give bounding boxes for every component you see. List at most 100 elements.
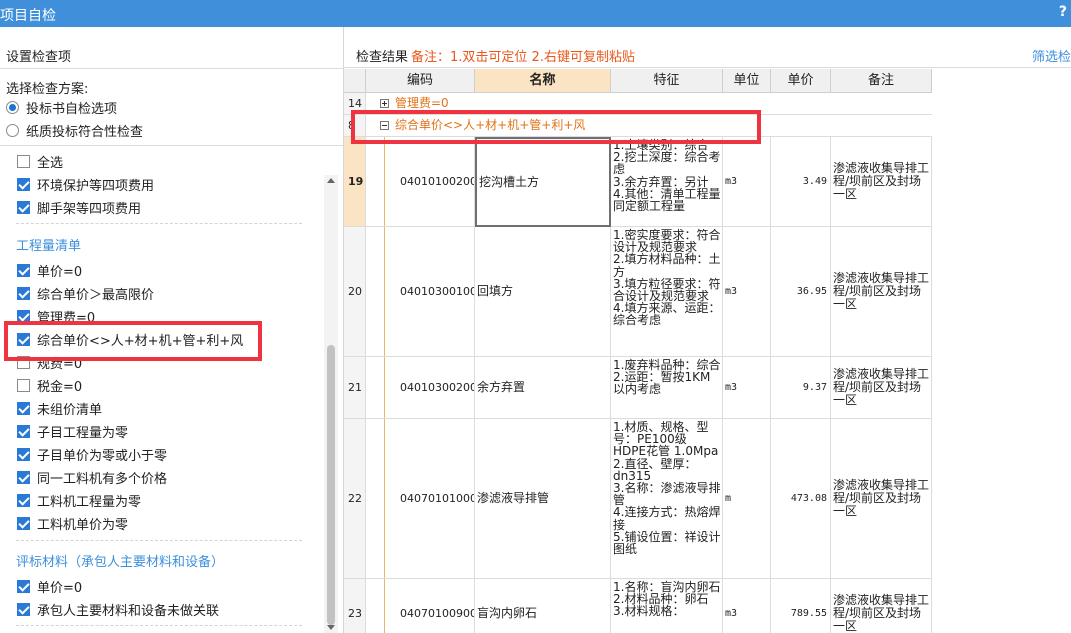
- checkbox-bq-8[interactable]: 子目单价为零或小于零: [17, 445, 168, 464]
- cell-feature[interactable]: 1.名称：盲沟内卵石 2.材料品种：卵石 3.材料规格：: [611, 579, 723, 633]
- checkbox-bq-5[interactable]: 税金=0: [17, 376, 82, 395]
- cell-feature[interactable]: 1.土壤类别：综合 2.挖土深度：综合考虑 3.余方弃置：另计 4.其他：清单工…: [611, 137, 723, 227]
- checkbox-label: 承包人主要材料和设备未做关联: [37, 603, 220, 619]
- cell-feature[interactable]: 1.材质、规格、型号：PE100级 HDPE花管 1.0Mpa 2.直径、壁厚：…: [611, 419, 723, 579]
- checkbox-bq-1[interactable]: 综合单价＞最高限价: [17, 284, 155, 303]
- col-header-feature[interactable]: 特征: [611, 69, 723, 93]
- checkbox-mat-0[interactable]: 单价=0: [17, 577, 83, 596]
- dashed-divider: [16, 223, 302, 224]
- radio-checked-icon[interactable]: [6, 100, 19, 114]
- expand-plus-icon[interactable]: [380, 99, 389, 108]
- checkbox-bq-0[interactable]: 单价=0: [17, 261, 82, 280]
- checkbox-label: 环境保护等四项费用: [37, 178, 155, 194]
- checkbox-checked-icon[interactable]: [17, 447, 30, 461]
- scroll-thumb[interactable]: [327, 345, 335, 625]
- checkbox-label: 同一工料机有多个价格: [37, 471, 168, 487]
- cell-unit[interactable]: m3: [723, 137, 771, 227]
- checkbox-scaffold-fees[interactable]: 脚手架等四项费用: [17, 198, 142, 217]
- left-scrollbar[interactable]: [324, 175, 338, 633]
- cell-unit[interactable]: m3: [723, 357, 771, 419]
- group-title-materials: 评标材料（承包人主要材料和设备）: [16, 555, 225, 570]
- results-grid: 编码 名称 特征 单位 单价 备注 14 管理费=0 8 综合单价<>人+材+机…: [344, 69, 932, 633]
- checkbox-label: 子目工程量为零: [37, 425, 129, 441]
- checkbox-checked-icon[interactable]: [17, 470, 30, 484]
- checkbox-label: 子目单价为零或小于零: [37, 448, 168, 464]
- checkbox-checked-icon[interactable]: [17, 200, 30, 214]
- cell-name[interactable]: 余方弃置: [475, 357, 611, 419]
- checkbox-label: 综合单价＞最高限价: [37, 287, 155, 303]
- cell-price[interactable]: 9.37: [771, 357, 831, 419]
- cell-remark[interactable]: 渗滤液收集导排工程/坝前区及封场一区: [831, 357, 932, 419]
- filter-link[interactable]: 筛选检: [1032, 46, 1071, 65]
- checkbox-label: 未组价清单: [37, 402, 103, 418]
- cell-remark[interactable]: 渗滤液收集导排工程/坝前区及封场一区: [831, 419, 932, 579]
- checkbox-select-all[interactable]: 全选: [17, 152, 64, 171]
- row-number: 19: [344, 137, 366, 227]
- radio-paper-compliance[interactable]: 纸质投标符合性检查: [6, 121, 144, 140]
- cell-name[interactable]: 回填方: [475, 227, 611, 357]
- cell-feature[interactable]: 1.密实度要求：符合设计及规范要求 2.填方材料品种：土方 3.填方粒径要求：符…: [611, 227, 723, 357]
- scroll-down-icon[interactable]: [327, 625, 335, 630]
- checkbox-checked-icon[interactable]: [17, 401, 30, 415]
- checkbox-checked-icon[interactable]: [17, 424, 30, 438]
- highlight-box: [4, 321, 262, 361]
- cell-name[interactable]: 挖沟槽土方: [475, 137, 611, 227]
- cell-remark[interactable]: 渗滤液收集导排工程/坝前区及封场一区: [831, 137, 932, 227]
- checkbox-checked-icon[interactable]: [17, 579, 30, 593]
- cell-price[interactable]: 473.08: [771, 419, 831, 579]
- radio-unchecked-icon[interactable]: [6, 123, 19, 137]
- checkbox-bq-7[interactable]: 子目工程量为零: [17, 422, 129, 441]
- cell-name[interactable]: 盲沟内卵石: [475, 579, 611, 633]
- col-header-price[interactable]: 单价: [771, 69, 831, 93]
- checkbox-checked-icon[interactable]: [17, 286, 30, 300]
- cell-code[interactable]: 040103002001: [366, 357, 475, 419]
- highlight-box: [351, 110, 761, 144]
- radio-bid-selfcheck[interactable]: 投标书自检选项: [6, 98, 117, 117]
- checkbox-checked-icon[interactable]: [17, 177, 30, 191]
- cell-code[interactable]: 040101002001: [366, 137, 475, 227]
- col-header-name[interactable]: 名称: [475, 69, 611, 93]
- checkbox-checked-icon[interactable]: [17, 516, 30, 530]
- cell-unit[interactable]: m: [723, 419, 771, 579]
- cell-unit[interactable]: m3: [723, 227, 771, 357]
- cell-remark[interactable]: 渗滤液收集导排工程/坝前区及封场一区: [831, 579, 932, 633]
- cell-price[interactable]: 789.55: [771, 579, 831, 633]
- cell-feature[interactable]: 1.废弃料品种：综合 2.运距：暂按1KM以内考虑: [611, 357, 723, 419]
- check-items-panel: 设置检查项 选择检查方案: 投标书自检选项 纸质投标符合性检查 全选 环境保护等…: [0, 27, 344, 633]
- checkbox-bq-6[interactable]: 未组价清单: [17, 399, 103, 418]
- col-header-remark[interactable]: 备注: [831, 69, 932, 93]
- checkbox-env-fees[interactable]: 环境保护等四项费用: [17, 175, 155, 194]
- checkbox-unchecked-icon[interactable]: [17, 378, 30, 392]
- checkbox-checked-icon[interactable]: [17, 493, 30, 507]
- scheme-label: 选择检查方案:: [6, 82, 89, 97]
- row-number: 21: [344, 357, 366, 419]
- cell-name[interactable]: 渗滤液导排管: [475, 419, 611, 579]
- checkbox-bq-9[interactable]: 同一工料机有多个价格: [17, 468, 168, 487]
- checkbox-checked-icon[interactable]: [17, 263, 30, 277]
- cell-price[interactable]: 3.49: [771, 137, 831, 227]
- checkbox-mat-1[interactable]: 承包人主要材料和设备未做关联: [17, 600, 220, 619]
- radio-label: 纸质投标符合性检查: [26, 124, 144, 140]
- checkbox-label: 单价=0: [37, 580, 83, 596]
- checkbox-unchecked-icon[interactable]: [17, 154, 30, 168]
- checkbox-bq-10[interactable]: 工料机工程量为零: [17, 491, 142, 510]
- checkbox-label: 工料机工程量为零: [37, 494, 142, 510]
- col-header-code[interactable]: 编码: [366, 69, 475, 93]
- cell-price[interactable]: 36.95: [771, 227, 831, 357]
- col-header-unit[interactable]: 单位: [723, 69, 771, 93]
- cell-code[interactable]: 040701009001: [366, 579, 475, 633]
- checkbox-label: 全选: [37, 155, 64, 171]
- scroll-up-icon[interactable]: [327, 178, 335, 183]
- cell-code[interactable]: 040701010001: [366, 419, 475, 579]
- checkbox-bq-11[interactable]: 工料机单价为零: [17, 514, 128, 533]
- window-title: 项目自检: [0, 8, 56, 24]
- checkbox-label: 脚手架等四项费用: [37, 201, 142, 217]
- dashed-divider: [16, 540, 302, 541]
- cell-unit[interactable]: m3: [723, 579, 771, 633]
- cell-remark[interactable]: 渗滤液收集导排工程/坝前区及封场一区: [831, 227, 932, 357]
- panel-header: 设置检查项: [0, 27, 343, 69]
- help-icon[interactable]: ?: [1059, 4, 1067, 20]
- checkbox-checked-icon[interactable]: [17, 602, 30, 616]
- divider: [0, 145, 343, 146]
- cell-code[interactable]: 040103001001: [366, 227, 475, 357]
